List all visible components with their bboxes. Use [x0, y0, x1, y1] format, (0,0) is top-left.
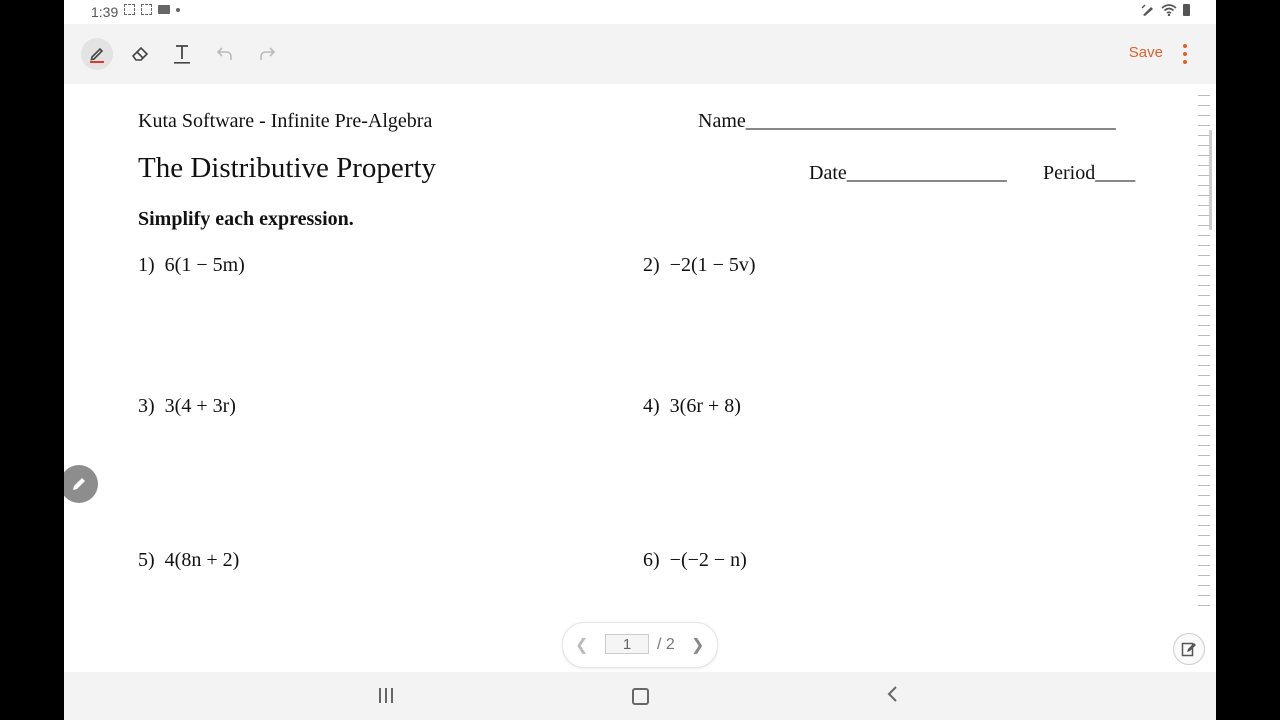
status-left-icons [124, 4, 180, 15]
problem-number: 3) [138, 395, 155, 417]
problem-1: 1) 6(1 − 5m) [138, 254, 245, 277]
screenshot-icon [141, 4, 152, 15]
wifi-icon [1161, 4, 1177, 16]
screenshot-icon [124, 4, 135, 15]
mail-icon [158, 5, 170, 14]
status-time: 1:39 [91, 4, 119, 20]
problem-expression: 6(1 − 5m) [164, 254, 245, 276]
problem-expression: −2(1 − 5v) [669, 254, 756, 276]
app-screen: 1:39 Save Kuta Software - Infinite Pre-A… [64, 0, 1216, 720]
undo-icon [216, 47, 232, 60]
page-navigator: ❮ / 2 ❯ [562, 622, 718, 668]
status-bar: 1:39 [64, 0, 1216, 24]
text-tool-button[interactable] [166, 38, 198, 70]
edit-pencil-icon [73, 478, 85, 490]
annotation-toolbar: Save [64, 24, 1216, 84]
problem-number: 2) [643, 254, 660, 276]
worksheet-title: The Distributive Property [138, 152, 437, 184]
eraser-tool-button[interactable] [124, 38, 156, 70]
pen-connected-icon [1141, 4, 1153, 16]
problem-number: 1) [138, 254, 155, 276]
problem-expression: 4(8n + 2) [164, 549, 240, 571]
page-number-input[interactable] [605, 634, 649, 654]
worksheet-source: Kuta Software - Infinite Pre-Algebra [138, 110, 433, 132]
instructions: Simplify each expression. [138, 208, 354, 230]
document-page: Kuta Software - Infinite Pre-Algebra Nam… [64, 84, 1216, 672]
back-icon[interactable] [884, 685, 902, 703]
edit-document-icon [1181, 642, 1196, 657]
pen-tool-button[interactable] [81, 38, 113, 70]
undo-button[interactable] [209, 38, 241, 70]
problem-5: 5) 4(8n + 2) [138, 549, 239, 572]
problem-expression: 3(4 + 3r) [164, 395, 236, 417]
problem-2: 2) −2(1 − 5v) [643, 254, 756, 277]
problem-expression: 3(6r + 8) [669, 395, 741, 417]
pen-icon [90, 47, 104, 63]
text-tool-icon [174, 45, 190, 64]
problem-3: 3) 3(4 + 3r) [138, 395, 236, 418]
date-field: Date________________ [809, 162, 1007, 184]
page-total: / 2 [657, 636, 675, 653]
previous-page-icon[interactable]: ❮ [575, 635, 588, 655]
redo-icon [260, 47, 276, 60]
problem-number: 6) [643, 549, 660, 571]
annotate-button[interactable] [1173, 633, 1205, 665]
home-icon[interactable] [632, 688, 649, 705]
more-options-icon[interactable] [1182, 44, 1188, 64]
redo-button[interactable] [251, 38, 283, 70]
name-field: Name____________________________________… [698, 110, 1116, 132]
problem-number: 4) [643, 395, 660, 417]
problem-6: 6) −(−2 − n) [643, 549, 747, 572]
status-right-icons [1141, 4, 1190, 16]
save-button[interactable]: Save [1129, 44, 1163, 61]
problem-4: 4) 3(6r + 8) [643, 395, 741, 418]
battery-icon [1183, 4, 1190, 16]
scrollbar-thumb[interactable] [1209, 130, 1212, 230]
notification-dot-icon [176, 7, 180, 12]
next-page-icon[interactable]: ❯ [691, 635, 704, 655]
eraser-icon [131, 46, 149, 61]
recent-apps-icon[interactable] [379, 688, 393, 703]
system-navigation-bar [64, 672, 1216, 720]
problem-number: 5) [138, 549, 155, 571]
period-field: Period____ [1043, 162, 1136, 184]
problem-expression: −(−2 − n) [669, 549, 747, 571]
